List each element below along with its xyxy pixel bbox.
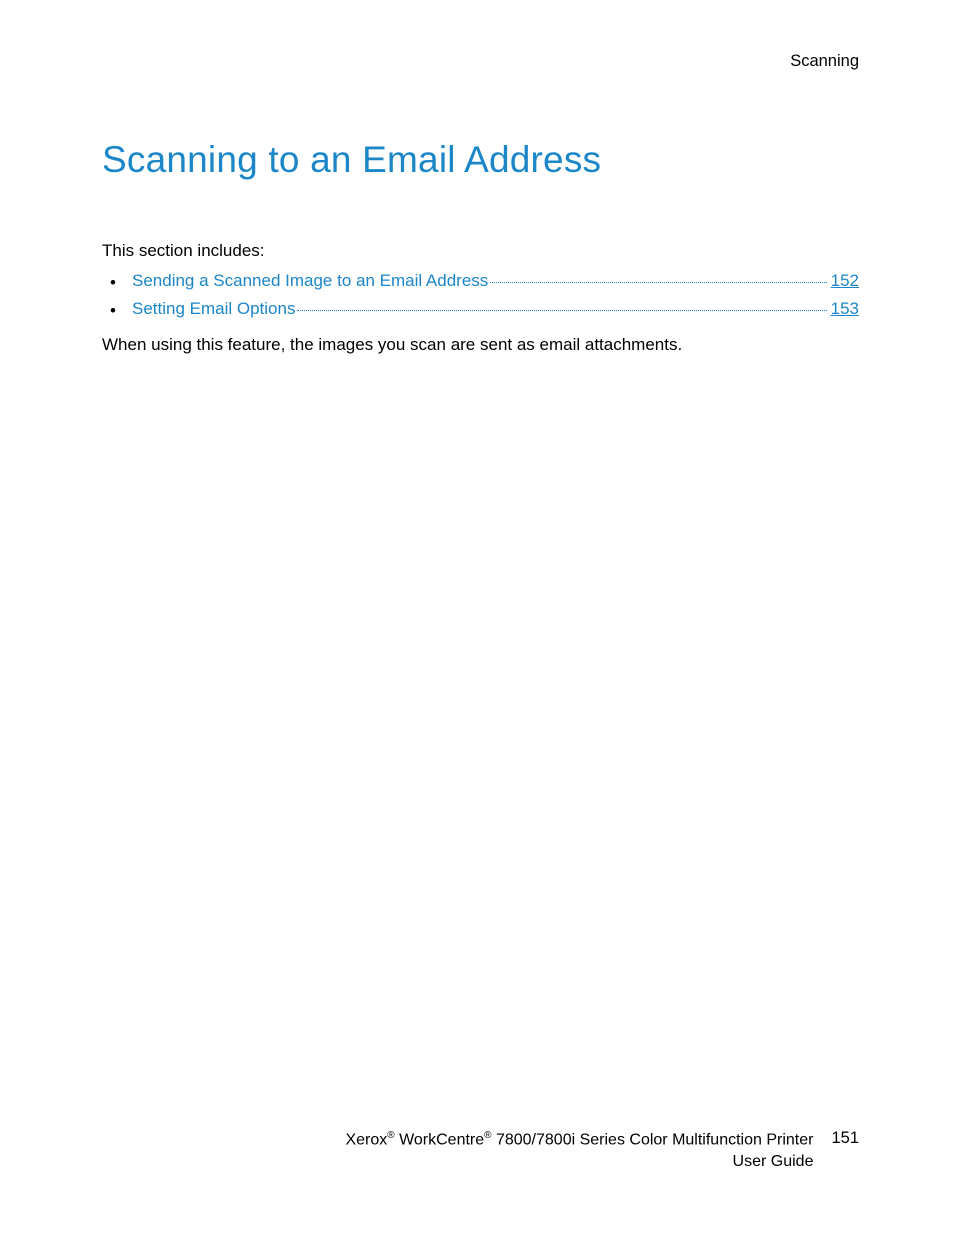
toc-page-number[interactable]: 153 [831, 299, 859, 319]
document-page: Scanning Scanning to an Email Address Th… [0, 0, 954, 1235]
toc-page-number[interactable]: 152 [831, 271, 859, 291]
page-title: Scanning to an Email Address [102, 139, 859, 181]
toc-link-sending-scanned-image[interactable]: Sending a Scanned Image to an Email Addr… [132, 271, 488, 291]
toc-link-setting-email-options[interactable]: Setting Email Options [132, 299, 295, 319]
registered-icon: ® [387, 1130, 394, 1141]
page-footer: Xerox® WorkCentre® 7800/7800i Series Col… [102, 1129, 859, 1173]
footer-page-number: 151 [831, 1129, 859, 1148]
toc-leader-dots [490, 282, 826, 283]
toc-list: • Sending a Scanned Image to an Email Ad… [104, 271, 859, 319]
body-paragraph: When using this feature, the images you … [102, 335, 859, 355]
bullet-icon: • [110, 273, 116, 293]
footer-product-info: Xerox® WorkCentre® 7800/7800i Series Col… [345, 1129, 813, 1173]
toc-item: • Sending a Scanned Image to an Email Ad… [104, 271, 859, 291]
footer-brand: Xerox [345, 1132, 387, 1149]
section-intro: This section includes: [102, 241, 859, 261]
registered-icon: ® [484, 1130, 491, 1141]
bullet-icon: • [110, 301, 116, 321]
toc-leader-dots [297, 310, 826, 311]
header-section-label: Scanning [102, 52, 859, 71]
footer-product: WorkCentre [395, 1132, 485, 1149]
footer-model: 7800/7800i Series Color Multifunction Pr… [492, 1132, 814, 1149]
footer-guide: User Guide [733, 1153, 814, 1170]
toc-item: • Setting Email Options 153 [104, 299, 859, 319]
